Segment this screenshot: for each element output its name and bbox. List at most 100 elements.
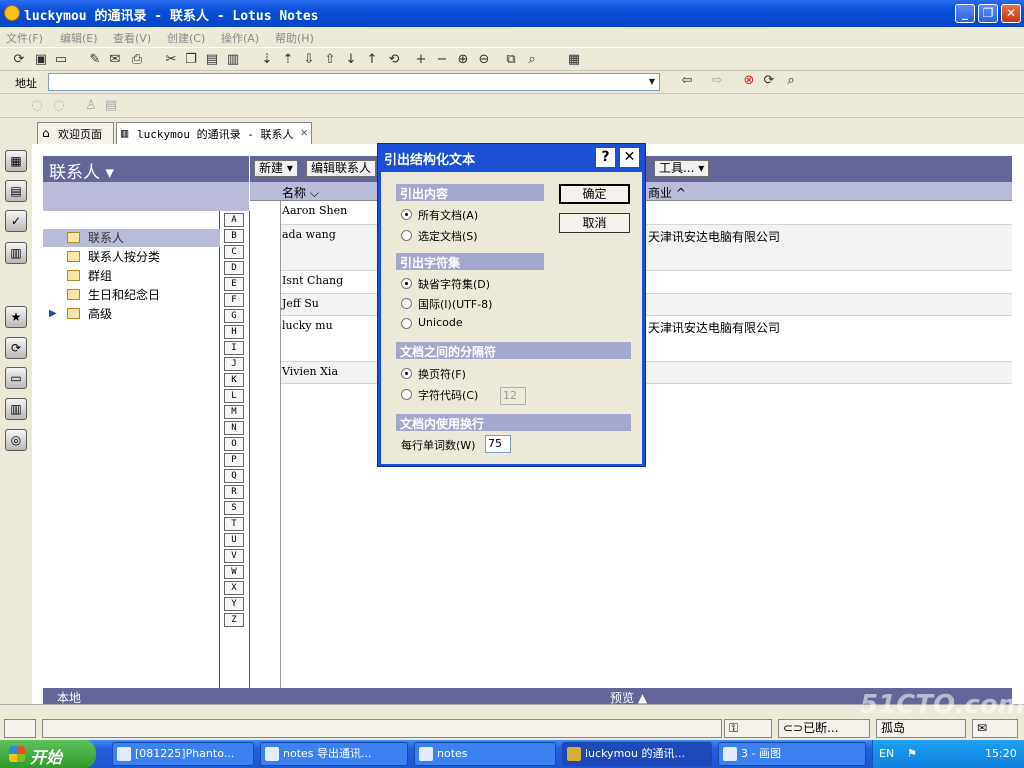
expand-all-icon[interactable]: ⊕	[454, 51, 472, 69]
menu-edit[interactable]: 编辑(E)	[60, 30, 98, 46]
minimize-button[interactable]: _	[955, 4, 975, 23]
letter-button-u[interactable]: U	[224, 533, 244, 547]
help-button[interactable]: ?	[596, 148, 615, 167]
letter-button-b[interactable]: B	[224, 229, 244, 243]
nav-down-icon[interactable]: ⇣	[258, 51, 276, 69]
radio-circle[interactable]	[401, 389, 412, 400]
todo-icon[interactable]: ✓	[5, 210, 27, 232]
column-name[interactable]: 名称 ⌵	[282, 184, 319, 201]
radio-circle[interactable]	[401, 298, 412, 309]
letter-button-v[interactable]: V	[224, 549, 244, 563]
letter-button-f[interactable]: F	[224, 293, 244, 307]
address-input[interactable]	[48, 73, 660, 91]
letter-button-p[interactable]: P	[224, 453, 244, 467]
inbox-icon[interactable]: ✉	[972, 719, 1018, 738]
letter-button-j[interactable]: J	[224, 357, 244, 371]
char-code-input[interactable]: 12	[500, 387, 526, 405]
chat-group-icon[interactable]: ◌	[50, 97, 68, 115]
collapse-all-icon[interactable]: ⊖	[475, 51, 493, 69]
next-unread-icon[interactable]: ↓	[342, 51, 360, 69]
tab-welcome[interactable]: ⌂ 欢迎页面	[37, 122, 114, 144]
letter-button-r[interactable]: R	[224, 485, 244, 499]
letter-button-s[interactable]: S	[224, 501, 244, 515]
taskbar-item[interactable]: notes	[414, 742, 556, 766]
nav-item-by-category[interactable]: 联系人按分类	[43, 248, 220, 266]
letter-button-z[interactable]: Z	[224, 613, 244, 627]
taskbar-item[interactable]: 3 - 画图	[718, 742, 866, 766]
paste-icon[interactable]: ▤	[203, 51, 221, 69]
nav-item-groups[interactable]: 群组	[43, 267, 220, 285]
letter-button-y[interactable]: Y	[224, 597, 244, 611]
doc-icon[interactable]: ▤	[102, 97, 120, 115]
search-icon[interactable]: ⌕	[782, 72, 800, 90]
radio-circle[interactable]	[401, 368, 412, 379]
letter-button-l[interactable]: L	[224, 389, 244, 403]
find-icon[interactable]: ⌕	[523, 51, 541, 69]
edit-contact-button[interactable]: 编辑联系人	[306, 160, 377, 177]
menu-help[interactable]: 帮助(H)	[275, 30, 314, 46]
letter-button-g[interactable]: G	[224, 309, 244, 323]
expand-arrow-icon[interactable]: ▶	[49, 305, 57, 323]
replicator-icon[interactable]: ⟳	[5, 337, 27, 359]
menu-create[interactable]: 创建(C)	[167, 30, 205, 46]
radio-circle[interactable]	[401, 209, 412, 220]
radio-circle[interactable]	[401, 230, 412, 241]
nav-up-icon[interactable]: ⇡	[279, 51, 297, 69]
tab-address-book[interactable]: ▥ luckymou 的通讯录 - 联系人 ✕	[116, 122, 312, 144]
forward-icon[interactable]: ⇨	[708, 72, 726, 90]
letter-button-k[interactable]: K	[224, 373, 244, 387]
back-icon[interactable]: ⇦	[678, 72, 696, 90]
column-business[interactable]: 商业 ^	[648, 184, 686, 201]
favorites-icon[interactable]: ★	[5, 306, 27, 328]
location-selector[interactable]: 孤岛	[876, 719, 966, 738]
nav-item-advanced[interactable]: ▶ 高级	[43, 305, 220, 323]
folder-icon[interactable]: ▭	[5, 367, 27, 389]
menu-file[interactable]: 文件(F)	[6, 30, 43, 46]
letter-button-h[interactable]: H	[224, 325, 244, 339]
dialog-close-button[interactable]: ✕	[620, 148, 639, 167]
cancel-button[interactable]: 取消	[559, 213, 630, 233]
send-icon[interactable]: ✉	[106, 51, 124, 69]
close-button[interactable]: ✕	[1001, 4, 1021, 23]
menu-actions[interactable]: 操作(A)	[221, 30, 259, 46]
nav-item-birthdays[interactable]: 生日和纪念日	[43, 286, 220, 304]
words-per-line-input[interactable]: 75	[485, 435, 511, 453]
properties-icon[interactable]: ▦	[565, 51, 583, 69]
copy-icon[interactable]: ❐	[182, 51, 200, 69]
refresh-view-icon[interactable]: ⟲	[385, 51, 403, 69]
letter-button-t[interactable]: T	[224, 517, 244, 531]
collapse-icon[interactable]: −	[433, 51, 451, 69]
letter-button-x[interactable]: X	[224, 581, 244, 595]
radio-circle[interactable]	[401, 318, 412, 329]
prev-unread-icon[interactable]: ↑	[363, 51, 381, 69]
radio-circle[interactable]	[401, 278, 412, 289]
letter-button-i[interactable]: I	[224, 341, 244, 355]
refresh-icon[interactable]: ⟳	[10, 51, 28, 69]
tray-icon[interactable]: ⚑	[907, 747, 917, 760]
letter-button-d[interactable]: D	[224, 261, 244, 275]
calendar-icon[interactable]: ▦	[5, 150, 27, 172]
window-icon[interactable]: ⧉	[502, 51, 520, 69]
letter-button-q[interactable]: Q	[224, 469, 244, 483]
letter-button-e[interactable]: E	[224, 277, 244, 291]
server-icon[interactable]: ▥	[5, 398, 27, 420]
databases-icon[interactable]: ▥	[5, 242, 27, 264]
connection-status[interactable]: ⊂⊃已断...	[778, 719, 870, 738]
tools-button[interactable]: 工具... ▾	[654, 160, 710, 177]
cut-icon[interactable]: ✂	[162, 51, 180, 69]
paste-special-icon[interactable]: ▥	[224, 51, 242, 69]
letter-button-m[interactable]: M	[224, 405, 244, 419]
nav-item-contacts[interactable]: 联系人	[43, 229, 220, 247]
language-indicator[interactable]: EN	[879, 747, 894, 760]
expand-icon[interactable]: +	[412, 51, 430, 69]
web-icon[interactable]: ◎	[5, 429, 27, 451]
letter-button-a[interactable]: A	[224, 213, 244, 227]
edit-icon[interactable]: ✎	[86, 51, 104, 69]
stop-icon[interactable]: ⊗	[740, 72, 758, 90]
taskbar-item-active[interactable]: luckymou 的通讯...	[562, 742, 712, 766]
chat-icon[interactable]: ◌	[28, 97, 46, 115]
restore-button[interactable]: ❐	[978, 4, 998, 23]
print-icon[interactable]: ⎙	[128, 51, 146, 69]
taskbar-item[interactable]: notes 导出通讯...	[260, 742, 408, 766]
prev-icon[interactable]: ⇧	[321, 51, 339, 69]
